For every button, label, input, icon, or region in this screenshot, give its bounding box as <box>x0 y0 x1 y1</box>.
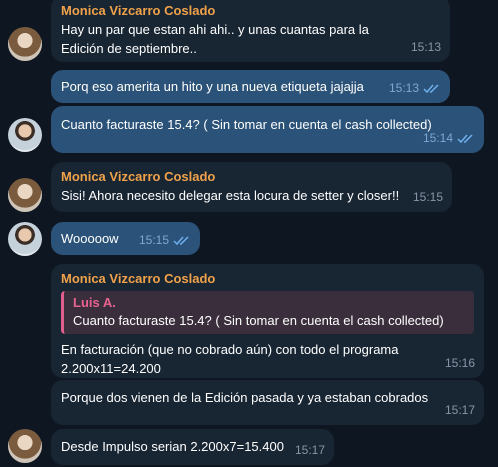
message-text: Sisi! Ahora necesito delegar esta locura… <box>61 188 400 203</box>
message-time: 15:15 <box>138 233 169 247</box>
message-meta: 15:15 <box>413 188 443 207</box>
sender-name[interactable]: Monica Vizcarro Coslado <box>61 2 440 20</box>
message-text-line: 2.200x11=24.200 <box>61 361 161 376</box>
reply-quote[interactable]: Luis A. Cuanto facturaste 15.4? ( Sin to… <box>61 291 474 334</box>
reply-sender-name: Luis A. <box>73 295 116 310</box>
message-bubble-outgoing[interactable]: Cuanto facturaste 15.4? ( Sin tomar en c… <box>51 106 484 153</box>
message-time: 15:13 <box>410 40 441 54</box>
reply-text: Cuanto facturaste 15.4? ( Sin tomar en c… <box>73 313 444 328</box>
message-meta: 15:17 <box>295 441 325 460</box>
avatar[interactable] <box>8 118 42 152</box>
message-time: 15:14 <box>422 131 453 145</box>
message-bubble-incoming[interactable]: Porque dos vienen de la Edición pasada y… <box>51 380 484 425</box>
message-bubble-incoming[interactable]: Monica Vizcarro Coslado Hay un par que e… <box>51 0 450 62</box>
message-time: 15:16 <box>444 356 475 370</box>
message-time: 15:15 <box>412 190 443 204</box>
message-text: Desde Impulso serian 2.200x7=15.400 <box>61 439 284 454</box>
message-time: 15:13 <box>388 81 419 95</box>
message-text: Porq eso amerita un hito y una nueva eti… <box>61 79 364 94</box>
double-check-icon <box>423 83 439 93</box>
message-text: Cuanto facturaste 15.4? ( Sin tomar en c… <box>61 117 432 132</box>
message-meta: 15:13 <box>389 79 441 98</box>
message-meta: 15:13 <box>411 38 441 57</box>
message-bubble-incoming[interactable]: Monica Vizcarro Coslado Luis A. Cuanto f… <box>51 264 484 378</box>
message-time: 15:17 <box>294 443 325 457</box>
message-time: 15:17 <box>444 403 475 417</box>
message-bubble-incoming[interactable]: Monica Vizcarro Coslado Sisi! Ahora nece… <box>51 162 452 212</box>
avatar[interactable] <box>8 178 42 212</box>
sender-name[interactable]: Monica Vizcarro Coslado <box>61 168 442 186</box>
message-meta: 15:14 <box>423 129 475 148</box>
message-meta: 15:15 <box>139 231 191 250</box>
avatar[interactable] <box>8 27 42 61</box>
avatar[interactable] <box>8 429 42 463</box>
double-check-icon <box>173 235 189 245</box>
message-meta: 15:16 <box>445 354 475 373</box>
double-check-icon <box>457 133 473 143</box>
message-text: Porque dos vienen de la Edición pasada y… <box>61 390 429 405</box>
message-text-line: En facturación (que no cobrado aún) con … <box>61 342 399 357</box>
message-meta: 15:17 <box>445 401 475 420</box>
message-bubble-incoming[interactable]: Desde Impulso serian 2.200x7=15.400 15:1… <box>51 429 334 465</box>
message-bubble-outgoing[interactable]: Wooooow 15:15 <box>51 222 200 255</box>
avatar[interactable] <box>8 222 42 256</box>
message-bubble-outgoing[interactable]: Porq eso amerita un hito y una nueva eti… <box>51 70 450 103</box>
message-text: Hay un par que estan ahi ahi.. y unas cu… <box>61 22 369 56</box>
sender-name[interactable]: Monica Vizcarro Coslado <box>61 270 474 288</box>
